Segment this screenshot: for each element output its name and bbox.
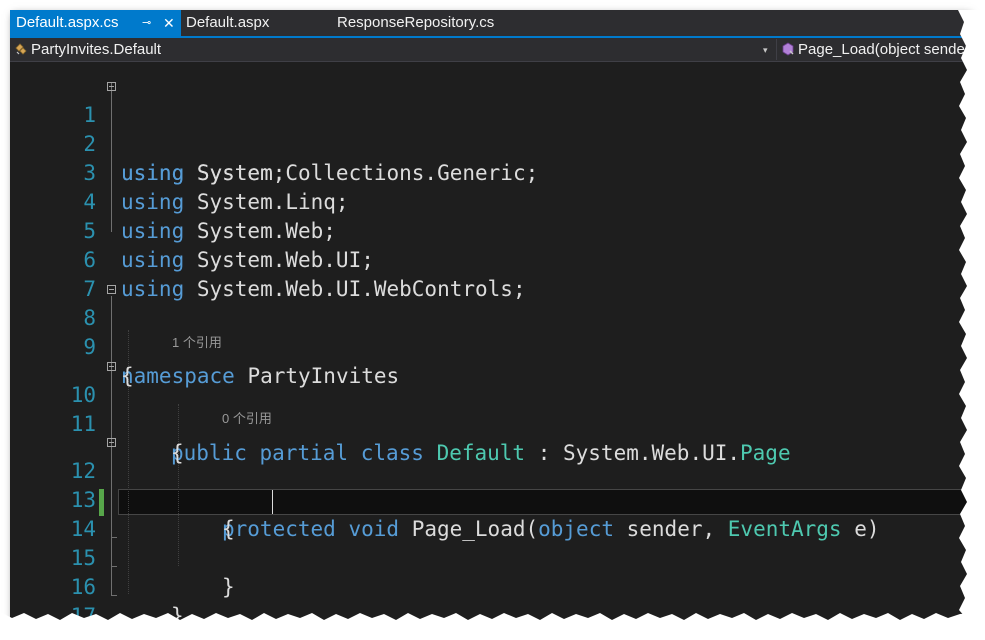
codelens-references[interactable]: 0 个引用 bbox=[222, 410, 272, 428]
tab-label: ResponseRepository.cs bbox=[337, 14, 495, 31]
navigation-bar: PartyInvites.Default ▾ Page_Load(object … bbox=[10, 38, 968, 62]
code-line: 6 using System.Web.UI.WebControls; bbox=[10, 217, 968, 301]
document-tab-strip: Default.aspx.cs ⊸ ✕ Default.aspx Respons… bbox=[10, 10, 968, 38]
code-line: 2 using System.Collections.Generic; bbox=[10, 101, 968, 185]
type-scope-dropdown[interactable]: PartyInvites.Default bbox=[14, 39, 754, 60]
collapse-icon[interactable] bbox=[107, 285, 116, 294]
collapse-icon[interactable] bbox=[107, 82, 116, 91]
text-caret bbox=[272, 490, 273, 514]
member-label: Page_Load(object sender bbox=[798, 41, 968, 58]
code-line: 1 using System; bbox=[10, 72, 968, 185]
code-line: 9 { bbox=[10, 304, 968, 388]
code-line: 12 protected void Page_Load(object sende… bbox=[10, 428, 968, 541]
tab-response-repository[interactable]: ResponseRepository.cs bbox=[337, 10, 494, 36]
code-line: 15 } bbox=[10, 515, 968, 599]
vs-editor-window: Default.aspx.cs ⊸ ✕ Default.aspx Respons… bbox=[10, 10, 968, 622]
code-editor[interactable]: 1 using System; 2 using System.Collectio… bbox=[10, 62, 968, 622]
torn-edge-right bbox=[958, 10, 985, 640]
code-line: 11 { bbox=[10, 381, 968, 465]
code-line: 3 using System.Linq; bbox=[10, 130, 968, 214]
code-line: 16 } bbox=[10, 544, 968, 622]
code-line: 17 } bbox=[10, 573, 968, 622]
code-line: 14 bbox=[10, 486, 968, 541]
type-scope-label: PartyInvites.Default bbox=[31, 41, 162, 58]
codelens-references[interactable]: 1 个引用 bbox=[172, 334, 222, 352]
close-icon[interactable]: ✕ bbox=[163, 10, 175, 36]
tab-default-aspx-cs[interactable]: Default.aspx.cs ⊸ ✕ bbox=[10, 10, 181, 36]
code-line: 10 public partial class Default : System… bbox=[10, 352, 968, 465]
collapse-icon[interactable] bbox=[107, 362, 116, 371]
method-icon bbox=[782, 42, 794, 56]
collapse-icon[interactable] bbox=[107, 438, 116, 447]
code-line: 7 bbox=[10, 246, 968, 301]
pin-icon[interactable]: ⊸ bbox=[142, 10, 151, 36]
code-line: 8 namespace PartyInvites bbox=[10, 275, 968, 388]
code-line: 5 using System.Web.UI; bbox=[10, 188, 968, 272]
tab-label: Default.aspx bbox=[186, 14, 270, 31]
member-dropdown[interactable]: Page_Load(object sender bbox=[776, 39, 968, 60]
code-line: 4 using System.Web; bbox=[10, 159, 968, 243]
tab-default-aspx[interactable]: Default.aspx bbox=[186, 10, 269, 36]
chevron-down-icon[interactable]: ▾ bbox=[763, 38, 768, 62]
torn-edge-bottom bbox=[0, 612, 985, 640]
tab-label: Default.aspx.cs bbox=[16, 14, 119, 31]
class-icon bbox=[15, 43, 27, 55]
code-line: 13 { bbox=[10, 457, 968, 541]
